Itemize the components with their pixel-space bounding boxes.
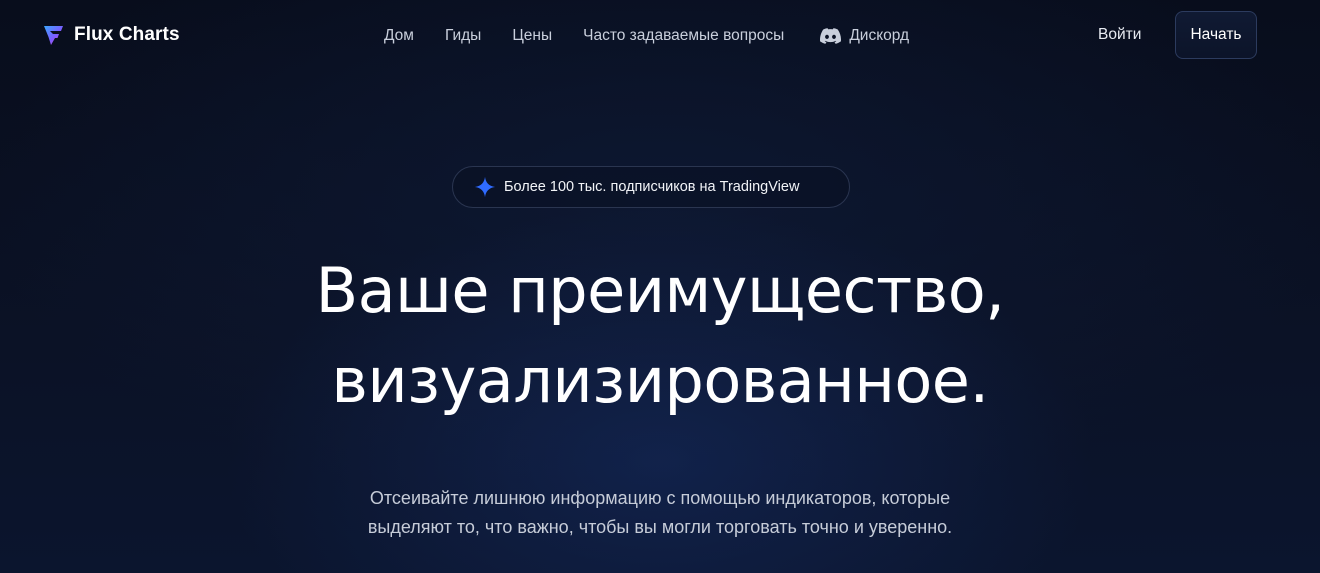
nav-guides[interactable]: Гиды xyxy=(445,27,481,45)
flux-logo-icon xyxy=(44,26,63,45)
login-link[interactable]: Войти xyxy=(1098,26,1141,44)
headline-line: визуализированное. xyxy=(331,344,989,417)
nav-discord[interactable]: Дискорд xyxy=(820,27,909,45)
brand-name: Flux Charts xyxy=(74,24,180,45)
subscribers-badge: Более 100 тыс. подписчиков на TradingVie… xyxy=(452,166,850,208)
nav-faq[interactable]: Часто задаваемые вопросы xyxy=(583,27,784,45)
nav-pricing[interactable]: Цены xyxy=(512,27,552,45)
subtitle-line: выделяют то, что важно, чтобы вы могли т… xyxy=(367,517,953,537)
start-button[interactable]: Начать xyxy=(1175,11,1257,59)
sparkle-icon xyxy=(474,176,496,198)
hero-subtitle: Отсеивайте лишнюю информацию с помощью и… xyxy=(0,484,1320,542)
headline-line: Ваше преимущество, xyxy=(315,254,1005,327)
brand-link[interactable]: Flux Charts xyxy=(42,23,180,47)
nav-discord-label: Дискорд xyxy=(849,27,910,44)
site-header: Flux Charts Дом Гиды Цены Часто задаваем… xyxy=(0,0,1320,72)
discord-icon xyxy=(820,28,842,44)
nav-home[interactable]: Дом xyxy=(384,27,414,45)
subtitle-line: Отсеивайте лишнюю информацию с помощью и… xyxy=(369,488,951,508)
main-nav: Дом Гиды Цены Часто задаваемые вопросы Д… xyxy=(384,26,909,46)
hero-headline: Ваше преимущество, визуализированное. xyxy=(0,246,1320,426)
badge-text: Более 100 тыс. подписчиков на TradingVie… xyxy=(504,179,800,195)
